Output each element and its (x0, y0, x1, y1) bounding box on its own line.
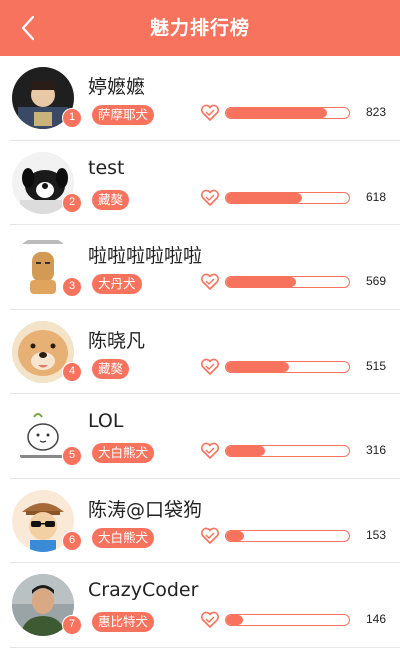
breed-tag: 萨摩耶犬 (92, 105, 155, 125)
breed-tag: 大白熊犬 (92, 443, 155, 463)
page-title: 魅力排行榜 (149, 17, 250, 39)
charm-progress-bar (225, 107, 350, 119)
heart-icon (200, 358, 220, 375)
ranking-list: 1 婷嬷嬷 萨摩耶犬 823 2 test 藏獒 618 3 啦啦啦啦啦啦 大丹… (0, 56, 400, 648)
charm-progress-bar (225, 360, 350, 373)
ranking-row[interactable]: 4 陈晓凡 藏獒 515 (0, 310, 400, 395)
heart-icon (200, 527, 220, 544)
breed-tag: 大丹犬 (92, 274, 142, 294)
user-name: 啦啦啦啦啦啦 (88, 245, 203, 267)
charm-score: 618 (365, 189, 387, 204)
charm-progress-bar (225, 614, 350, 626)
ranking-row[interactable]: 6 陈涛@口袋狗 大白熊犬 153 (0, 479, 400, 564)
charm-progress-fill (226, 446, 266, 456)
breed-tag: 惠比特犬 (92, 612, 155, 632)
app-header: 魅力排行榜 (0, 0, 400, 56)
user-name: LOL (88, 410, 124, 432)
ranking-row[interactable]: 1 婷嬷嬷 萨摩耶犬 823 (0, 56, 400, 141)
charm-score: 153 (365, 527, 387, 542)
breed-tag: 藏獒 (92, 189, 130, 210)
user-name: 婷嬷嬷 (88, 76, 146, 98)
charm-score: 316 (365, 443, 387, 457)
rank-badge: 1 (62, 108, 82, 128)
rank-badge: 7 (62, 615, 82, 635)
heart-icon (200, 273, 220, 290)
rank-badge: 5 (62, 446, 82, 466)
rank-badge: 3 (62, 277, 82, 297)
heart-icon (200, 189, 220, 206)
rank-badge: 6 (62, 530, 82, 551)
ranking-row[interactable]: 5 LOL 大白熊犬 316 (0, 394, 400, 479)
rank-badge: 4 (62, 361, 82, 382)
charm-progress-fill (226, 108, 327, 118)
charm-score: 569 (365, 274, 387, 288)
charm-progress-fill (226, 277, 297, 287)
ranking-row[interactable]: 2 test 藏獒 618 (0, 141, 400, 226)
user-name: 陈晓凡 (88, 329, 146, 352)
user-name: test (88, 156, 125, 179)
ranking-row[interactable]: 3 啦啦啦啦啦啦 大丹犬 569 (0, 225, 400, 310)
charm-score: 823 (365, 105, 387, 119)
charm-progress-fill (226, 361, 289, 372)
heart-icon (200, 442, 220, 459)
charm-progress-fill (226, 615, 244, 625)
charm-score: 146 (365, 612, 387, 626)
user-name: CrazyCoder (88, 579, 199, 601)
charm-progress-fill (226, 530, 245, 541)
charm-progress-fill (226, 192, 303, 203)
user-name: 陈涛@口袋狗 (88, 498, 203, 521)
charm-progress-bar (225, 445, 350, 457)
charm-progress-bar (225, 529, 350, 542)
charm-score: 515 (365, 358, 387, 373)
rank-badge: 2 (62, 192, 82, 213)
heart-icon (200, 104, 220, 121)
charm-progress-bar (225, 276, 350, 288)
breed-tag: 大白熊犬 (92, 527, 155, 548)
charm-progress-bar (225, 191, 350, 204)
heart-icon (200, 611, 220, 628)
breed-tag: 藏獒 (92, 358, 130, 379)
ranking-row[interactable]: 7 CrazyCoder 惠比特犬 146 (0, 563, 400, 648)
